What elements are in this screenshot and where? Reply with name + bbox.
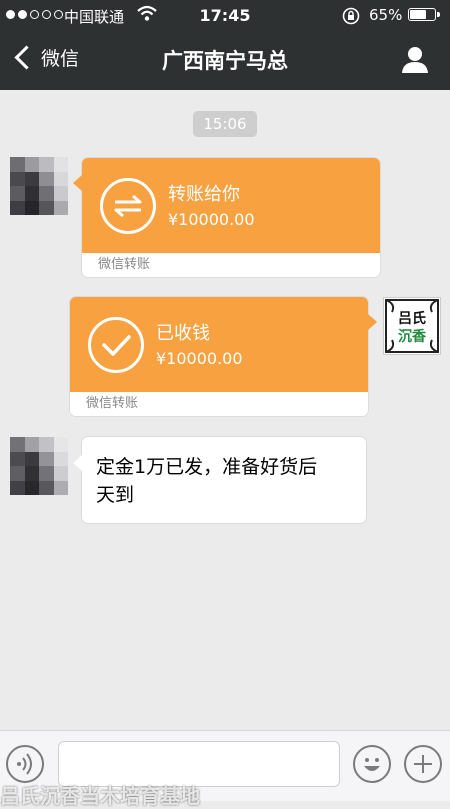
logo-text-bottom: 沉香 — [398, 328, 427, 345]
orientation-lock-icon — [342, 7, 360, 25]
battery-icon — [408, 8, 440, 21]
battery-percent: 65% — [369, 6, 403, 24]
watermark-text: 吕氏沉香当木培育基地 — [0, 784, 200, 808]
my-avatar[interactable]: 吕氏 沉香 — [383, 297, 441, 355]
message-timestamp: 15:06 — [193, 111, 257, 137]
checkmark-icon — [88, 317, 144, 373]
message-text-line: 定金1万已发，准备好货后 — [96, 456, 318, 478]
transfer-amount: ¥10000.00 — [156, 349, 243, 368]
transfer-title: 转账给你 — [168, 184, 240, 205]
brand-logo-icon: 吕氏 沉香 — [385, 299, 439, 353]
text-message-bubble[interactable]: 定金1万已发，准备好货后 天到 — [73, 437, 366, 523]
sender-avatar[interactable] — [10, 157, 68, 215]
message-text-line: 天到 — [96, 484, 135, 506]
logo-text-top: 吕氏 — [398, 311, 426, 327]
status-bar: 中国联通 17:45 65% — [0, 0, 450, 30]
transfer-footer: 微信转账 — [86, 396, 139, 411]
battery-fill — [410, 10, 426, 19]
emoji-icon[interactable] — [353, 745, 391, 783]
voice-icon[interactable] — [6, 745, 44, 783]
top-bar: 中国联通 17:45 65% 微信 广西南宁马总 — [0, 0, 450, 90]
transfer-footer: 微信转账 — [98, 257, 151, 272]
transfer-amount: ¥10000.00 — [168, 210, 255, 229]
transfer-card-incoming[interactable]: 转账给你 ¥10000.00 微信转账 — [73, 158, 380, 277]
sender-avatar[interactable] — [10, 437, 68, 495]
contact-profile-icon[interactable] — [400, 44, 430, 74]
transfer-card-received[interactable]: 已收钱 ¥10000.00 微信转账 — [70, 297, 377, 416]
transfer-title: 已收钱 — [156, 323, 210, 344]
chat-title: 广西南宁马总 — [162, 49, 288, 73]
transfer-arrows-icon — [100, 178, 156, 234]
plus-icon[interactable] — [404, 745, 442, 783]
